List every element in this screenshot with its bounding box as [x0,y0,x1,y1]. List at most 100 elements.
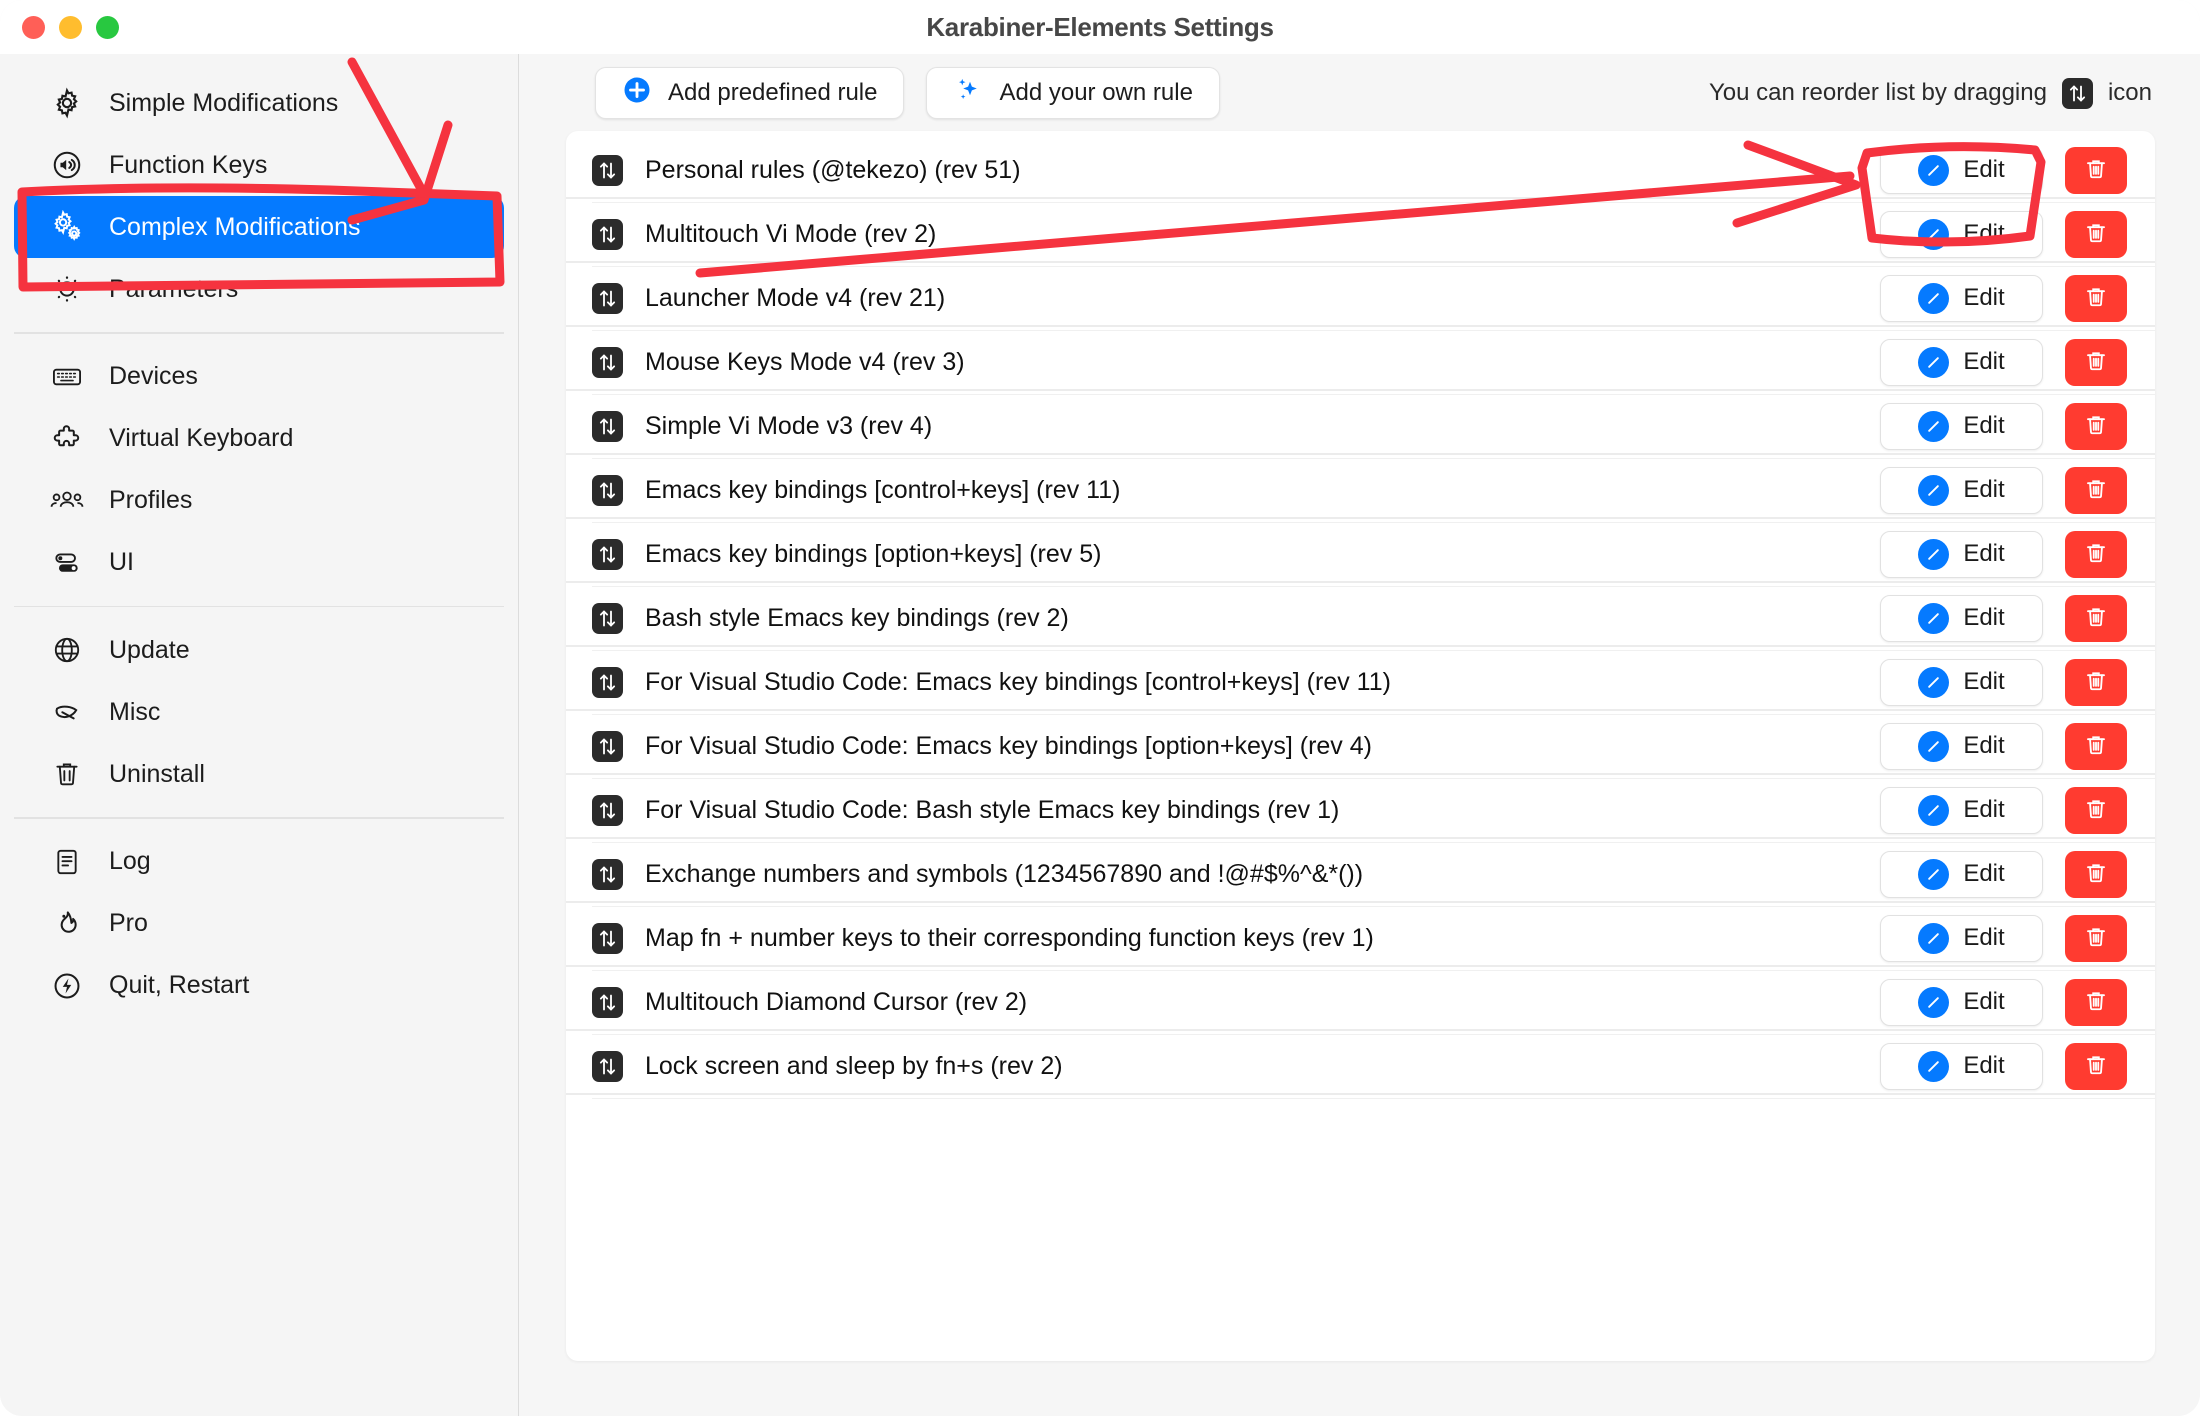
rule-row[interactable]: For Visual Studio Code: Emacs key bindin… [566,719,2155,773]
delete-rule-button[interactable] [2065,530,2127,578]
edit-rule-button[interactable]: Edit [1880,978,2043,1026]
sidebar-item-misc[interactable]: Misc [14,681,504,743]
edit-rule-label: Edit [1963,796,2005,823]
updown-arrows-icon[interactable] [592,730,623,762]
delete-rule-button[interactable] [2065,210,2127,258]
trash-icon [2083,540,2109,569]
rule-row[interactable]: Launcher Mode v4 (rev 21) Edit [566,271,2155,325]
edit-rule-button[interactable]: Edit [1880,210,2043,258]
rule-title: Emacs key bindings [option+keys] (rev 5) [645,539,1102,568]
rule-row[interactable]: Map fn + number keys to their correspond… [566,911,2155,965]
delete-rule-button[interactable] [2065,466,2127,514]
sidebar-item-log[interactable]: Log [14,831,504,893]
sidebar-item-simple-modifications[interactable]: Simple Modifications [14,72,504,134]
zoom-button[interactable] [96,15,119,39]
edit-rule-button[interactable]: Edit [1880,530,2043,578]
add-predefined-rule-button[interactable]: Add predefined rule [595,67,905,119]
rule-row[interactable]: Multitouch Diamond Cursor (rev 2) Edit [566,975,2155,1029]
rule-row[interactable]: For Visual Studio Code: Emacs key bindin… [566,655,2155,709]
delete-rule-button[interactable] [2065,786,2127,834]
edit-rule-button[interactable]: Edit [1880,1042,2043,1090]
sidebar-item-quit-restart[interactable]: Quit, Restart [14,955,504,1017]
updown-arrows-icon[interactable] [592,666,623,698]
updown-arrows-icon[interactable] [592,602,623,634]
delete-rule-button[interactable] [2065,402,2127,450]
updown-arrows-icon[interactable] [592,282,623,314]
sidebar-item-virtual-keyboard[interactable]: Virtual Keyboard [14,408,504,470]
updown-arrows-icon[interactable] [592,794,623,826]
rule-row[interactable]: Multitouch Vi Mode (rev 2) Edit [566,207,2155,261]
row-separator [566,1029,2155,1039]
updown-arrows-icon[interactable] [592,858,623,890]
row-separator [566,965,2155,975]
add-your-own-rule-button[interactable]: Add your own rule [926,67,1220,119]
sparkles-icon [953,75,983,112]
delete-rule-button[interactable] [2065,274,2127,322]
updown-arrows-icon[interactable] [592,410,623,442]
sidebar-item-label: Quit, Restart [109,971,250,999]
updown-arrows-icon[interactable] [592,346,623,378]
sidebar-item-profiles[interactable]: Profiles [14,470,504,532]
rule-row[interactable]: Exchange numbers and symbols (1234567890… [566,847,2155,901]
row-separator-line [566,517,2155,522]
row-separator-line [566,1093,2155,1098]
edit-rule-button[interactable]: Edit [1880,146,2043,194]
rule-row[interactable]: Emacs key bindings [option+keys] (rev 5)… [566,527,2155,581]
edit-rule-button[interactable]: Edit [1880,338,2043,386]
delete-rule-button[interactable] [2065,338,2127,386]
minimize-button[interactable] [59,15,82,39]
sidebar-item-function-keys[interactable]: Function Keys [14,134,504,196]
edit-rule-button[interactable]: Edit [1880,914,2043,962]
sidebar-item-devices[interactable]: Devices [14,346,504,408]
sidebar-item-uninstall[interactable]: Uninstall [14,743,504,805]
rule-row[interactable]: Lock screen and sleep by fn+s (rev 2) Edi… [566,1039,2155,1093]
sidebar-item-label: Devices [109,362,198,390]
rule-row[interactable]: For Visual Studio Code: Bash style Emacs… [566,783,2155,837]
delete-rule-button[interactable] [2065,978,2127,1026]
updown-arrows-icon[interactable] [592,218,623,250]
sidebar-item-ui[interactable]: UI [14,532,504,594]
sidebar-item-pro[interactable]: Pro [14,893,504,955]
updown-arrows-icon[interactable] [592,538,623,570]
delete-rule-button[interactable] [2065,850,2127,898]
delete-rule-button[interactable] [2065,658,2127,706]
updown-arrows-icon[interactable] [592,1050,623,1082]
sidebar-item-complex-modifications[interactable]: Complex Modifications [14,196,504,258]
rule-row[interactable]: Personal rules (@tekezo) (rev 51) Edit [566,143,2155,197]
plus-circle-icon [622,75,652,112]
row-separator-line [566,581,2155,586]
close-button[interactable] [22,15,45,39]
updown-arrows-icon[interactable] [592,154,623,186]
edit-rule-button[interactable]: Edit [1880,850,2043,898]
edit-rule-button[interactable]: Edit [1880,274,2043,322]
updown-arrows-icon[interactable] [592,922,623,954]
updown-arrows-icon[interactable] [592,986,623,1018]
window-title: Karabiner-Elements Settings [926,11,1274,42]
delete-rule-button[interactable] [2065,594,2127,642]
rule-row[interactable]: Bash style Emacs key bindings (rev 2) Edi… [566,591,2155,645]
delete-rule-button[interactable] [2065,146,2127,194]
delete-rule-button[interactable] [2065,722,2127,770]
bolt-icon [50,969,84,1003]
sidebar-item-parameters[interactable]: Parameters [14,258,504,320]
row-separator [566,645,2155,655]
rule-row[interactable]: Mouse Keys Mode v4 (rev 3) Edit [566,335,2155,389]
rule-row[interactable]: Emacs key bindings [control+keys] (rev 1… [566,463,2155,517]
pencil-circle-icon [1918,858,1950,890]
edit-rule-button[interactable]: Edit [1880,594,2043,642]
edit-rule-button[interactable]: Edit [1880,466,2043,514]
pencil-circle-icon [1918,922,1950,954]
edit-rule-button[interactable]: Edit [1880,722,2043,770]
delete-rule-button[interactable] [2065,1042,2127,1090]
delete-rule-button[interactable] [2065,914,2127,962]
edit-rule-button[interactable]: Edit [1880,786,2043,834]
updown-arrows-icon[interactable] [592,474,623,506]
row-separator [566,325,2155,335]
edit-rule-button[interactable]: Edit [1880,658,2043,706]
sidebar-item-update[interactable]: Update [14,619,504,681]
rule-row[interactable]: Simple Vi Mode v3 (rev 4) Edit [566,399,2155,453]
edit-rule-button[interactable]: Edit [1880,402,2043,450]
row-separator-line [566,965,2155,970]
globe-icon [50,633,84,667]
pencil-circle-icon [1918,538,1950,570]
